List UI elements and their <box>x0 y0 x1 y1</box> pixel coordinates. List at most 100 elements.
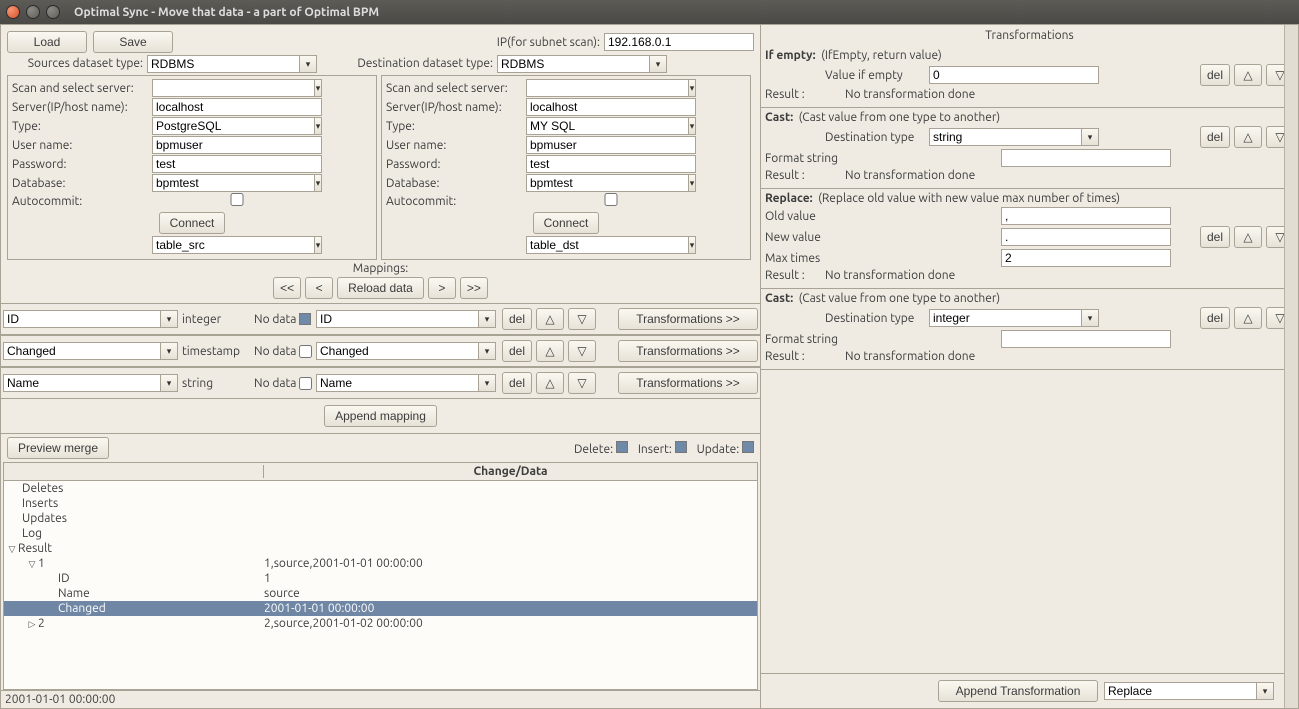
mapping-down-button[interactable]: ▽ <box>568 340 596 362</box>
mapping-up-button[interactable]: △ <box>536 340 564 362</box>
trans-up-button[interactable]: △ <box>1234 126 1262 148</box>
scrollbar[interactable] <box>1284 25 1298 708</box>
chevron-down-icon[interactable]: ▾ <box>160 374 178 392</box>
trans-dest-type-combo[interactable]: ▾ <box>929 309 1099 327</box>
trans-up-button[interactable]: △ <box>1234 64 1262 86</box>
chevron-down-icon[interactable]: ▾ <box>478 310 496 328</box>
save-button[interactable]: Save <box>93 31 173 53</box>
trans-format-string-input[interactable] <box>1001 330 1171 348</box>
mapping-dst-combo[interactable]: ▾ <box>316 342 496 360</box>
src-auto-checkbox[interactable] <box>152 193 322 206</box>
mapping-src-combo[interactable]: ▾ <box>3 342 178 360</box>
mapping-src-combo[interactable]: ▾ <box>3 310 178 328</box>
src-server-input[interactable] <box>152 98 322 116</box>
chevron-down-icon[interactable]: ▾ <box>1081 309 1099 327</box>
mapping-nodata-checkbox[interactable] <box>299 345 312 358</box>
src-db-input[interactable] <box>152 174 314 192</box>
mapping-transformations-button[interactable]: Transformations >> <box>618 340 758 362</box>
tree-node-result-1-name[interactable]: Namesource <box>4 586 757 601</box>
mappings-last-button[interactable]: >> <box>460 277 488 299</box>
src-scan-input[interactable] <box>152 79 314 97</box>
dst-connect-button[interactable]: Connect <box>533 212 600 234</box>
expand-down-icon[interactable]: ▽ <box>26 559 38 570</box>
mapping-transformations-button[interactable]: Transformations >> <box>618 372 758 394</box>
tree-node-result-2[interactable]: ▷22,source,2001-01-02 00:00:00 <box>4 616 757 631</box>
chevron-down-icon[interactable]: ▾ <box>314 174 322 192</box>
mapping-src-input[interactable] <box>3 310 160 328</box>
mapping-dst-input[interactable] <box>316 310 478 328</box>
src-db-combo[interactable]: ▾ <box>152 174 322 192</box>
trans-del-button[interactable]: del <box>1200 126 1230 148</box>
dst-db-input[interactable] <box>526 174 688 192</box>
expand-down-icon[interactable]: ▽ <box>6 544 18 555</box>
mapping-src-input[interactable] <box>3 374 160 392</box>
trans-old-value-input[interactable] <box>1001 207 1171 225</box>
ip-input[interactable] <box>604 33 754 51</box>
tree-node-deletes[interactable]: Deletes <box>4 481 757 496</box>
window-maximize-icon[interactable] <box>46 5 60 19</box>
dst-table-combo[interactable]: ▾ <box>526 236 696 254</box>
mapping-up-button[interactable]: △ <box>536 372 564 394</box>
src-table-combo[interactable]: ▾ <box>152 236 322 254</box>
mapping-dst-combo[interactable]: ▾ <box>316 374 496 392</box>
result-tree[interactable]: Deletes Inserts Updates Log ▽Result ▽11,… <box>3 481 758 690</box>
trans-dest-type-input[interactable] <box>929 309 1081 327</box>
dst-server-input[interactable] <box>526 98 696 116</box>
mapping-nodata-checkbox[interactable] <box>299 377 312 390</box>
chevron-down-icon[interactable]: ▾ <box>478 342 496 360</box>
chevron-down-icon[interactable]: ▾ <box>160 342 178 360</box>
mappings-first-button[interactable]: << <box>273 277 301 299</box>
mapping-del-button[interactable]: del <box>502 340 532 362</box>
chevron-down-icon[interactable]: ▾ <box>688 174 696 192</box>
src-type-combo[interactable]: ▾ <box>152 117 322 135</box>
chevron-down-icon[interactable]: ▾ <box>314 79 322 97</box>
trans-up-button[interactable]: △ <box>1234 226 1262 248</box>
expand-right-icon[interactable]: ▷ <box>26 619 38 630</box>
trans-del-button[interactable]: del <box>1200 64 1230 86</box>
mappings-reload-button[interactable]: Reload data <box>337 277 424 299</box>
dst-pass-input[interactable] <box>526 155 696 173</box>
dst-user-input[interactable] <box>526 136 696 154</box>
trans-dest-type-input[interactable] <box>929 128 1081 146</box>
tree-node-result-1[interactable]: ▽11,source,2001-01-01 00:00:00 <box>4 556 757 571</box>
chevron-down-icon[interactable]: ▾ <box>478 374 496 392</box>
chevron-down-icon[interactable]: ▾ <box>1081 128 1099 146</box>
src-user-input[interactable] <box>152 136 322 154</box>
src-type-input[interactable] <box>152 117 314 135</box>
preview-merge-button[interactable]: Preview merge <box>7 437 109 459</box>
dst-type-input[interactable] <box>526 117 688 135</box>
dst-table-input[interactable] <box>526 236 688 254</box>
chevron-down-icon[interactable]: ▾ <box>688 79 696 97</box>
mapping-dst-input[interactable] <box>316 374 478 392</box>
src-connect-button[interactable]: Connect <box>159 212 226 234</box>
tree-node-inserts[interactable]: Inserts <box>4 496 757 511</box>
mapping-transformations-button[interactable]: Transformations >> <box>618 308 758 330</box>
mapping-nodata-checkbox[interactable] <box>299 313 311 325</box>
chevron-down-icon[interactable]: ▾ <box>688 117 696 135</box>
mapping-dst-input[interactable] <box>316 342 478 360</box>
src-dataset-type-input[interactable] <box>147 55 299 73</box>
mappings-next-button[interactable]: > <box>428 277 456 299</box>
load-button[interactable]: Load <box>7 31 87 53</box>
dst-scan-combo[interactable]: ▾ <box>526 79 696 97</box>
chevron-down-icon[interactable]: ▾ <box>1256 682 1274 700</box>
trans-del-button[interactable]: del <box>1200 307 1230 329</box>
trans-format-string-input[interactable] <box>1001 149 1171 167</box>
src-dataset-type-combo[interactable]: ▾ <box>147 55 317 73</box>
tree-node-result-1-changed[interactable]: Changed2001-01-01 00:00:00 <box>4 601 757 616</box>
dst-dataset-type-input[interactable] <box>497 55 649 73</box>
mapping-src-input[interactable] <box>3 342 160 360</box>
src-pass-input[interactable] <box>152 155 322 173</box>
trans-del-button[interactable]: del <box>1200 226 1230 248</box>
trans-dest-type-combo[interactable]: ▾ <box>929 128 1099 146</box>
src-table-input[interactable] <box>152 236 314 254</box>
dst-auto-checkbox[interactable] <box>526 193 696 206</box>
append-transformation-combo[interactable]: ▾ <box>1104 682 1274 700</box>
trans-max-times-input[interactable] <box>1001 249 1171 267</box>
mapping-down-button[interactable]: ▽ <box>568 308 596 330</box>
dst-type-combo[interactable]: ▾ <box>526 117 696 135</box>
trans-up-button[interactable]: △ <box>1234 307 1262 329</box>
mapping-up-button[interactable]: △ <box>536 308 564 330</box>
dst-db-combo[interactable]: ▾ <box>526 174 696 192</box>
chevron-down-icon[interactable]: ▾ <box>160 310 178 328</box>
